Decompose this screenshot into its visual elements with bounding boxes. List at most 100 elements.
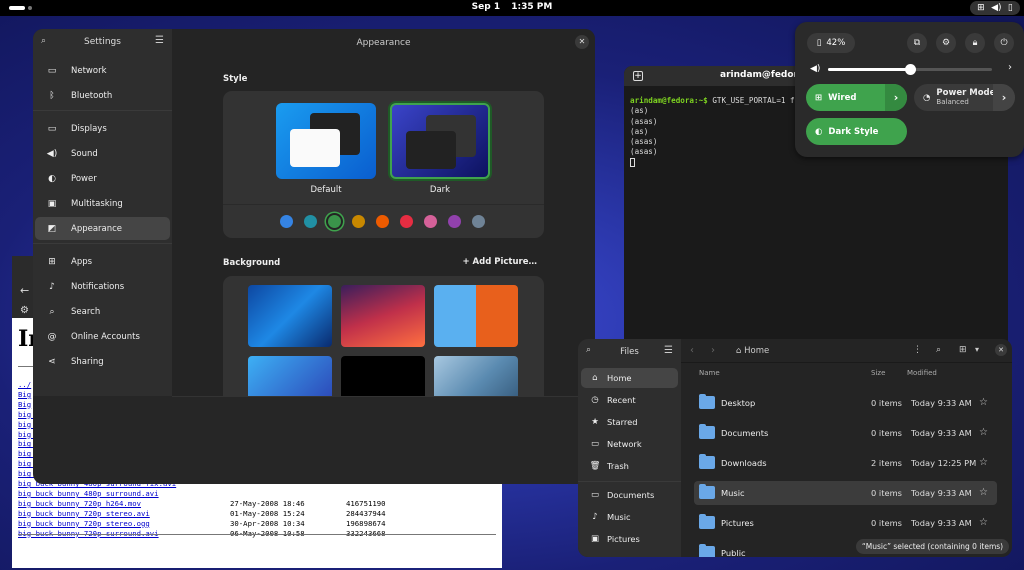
breadcrumb[interactable]: ⌂ Home (736, 346, 769, 356)
wired-toggle[interactable]: ⊞ Wired › (806, 84, 907, 111)
sidebar-item-label: Displays (71, 123, 107, 134)
sidebar-item-sharing[interactable]: ⋖ Sharing (35, 350, 170, 373)
accent-color-swatch[interactable] (448, 215, 461, 228)
star-icon[interactable]: ☆ (979, 427, 988, 438)
menu-icon[interactable]: ☰ (664, 345, 673, 356)
accent-color-swatch[interactable] (400, 215, 413, 228)
share-icon: ⋖ (48, 356, 56, 367)
close-button[interactable]: ✕ (995, 344, 1007, 356)
bell-icon: ♪ (49, 281, 55, 292)
sidebar-item-power[interactable]: ◐ Power (35, 167, 170, 190)
file-link[interactable]: big_buck_bunny_480p_surround.avi (18, 489, 230, 499)
close-button[interactable]: ✕ (575, 35, 589, 49)
settings-button[interactable]: ⚙ (936, 33, 956, 53)
chevron-right-icon[interactable]: › (885, 84, 907, 111)
column-name[interactable]: Name (699, 369, 720, 377)
system-tray[interactable]: ⊞ ◀) ▯ (970, 1, 1020, 15)
bluetooth-icon: ᛒ (49, 90, 55, 101)
star-icon[interactable]: ☆ (979, 487, 988, 498)
clock-date: Sep 1 (471, 2, 501, 12)
accent-color-swatch[interactable] (328, 215, 341, 228)
place-trash[interactable]: 🗑︎ Trash (581, 456, 678, 476)
accent-color-swatch[interactable] (424, 215, 437, 228)
dark-style-toggle[interactable]: ◐ Dark Style (806, 118, 907, 145)
place-recent[interactable]: ◷ Recent (581, 390, 678, 410)
accent-color-swatch[interactable] (376, 215, 389, 228)
bookmark-documents[interactable]: ▭ Documents (581, 485, 678, 505)
accent-color-swatch[interactable] (304, 215, 317, 228)
column-modified[interactable]: Modified (907, 369, 937, 377)
multitasking-icon: ▣ (47, 198, 57, 209)
grid-view-icon[interactable]: ⊞ (959, 345, 967, 355)
forward-icon[interactable]: › (711, 345, 715, 356)
file-link[interactable]: big_buck_bunny_720p_stereo.ogg (18, 519, 230, 529)
style-dark-option[interactable] (390, 103, 490, 179)
sidebar-item-sound[interactable]: ◀) Sound (35, 142, 170, 165)
sidebar-item-notifications[interactable]: ♪ Notifications (35, 275, 170, 298)
back-arrow-icon[interactable]: ← (20, 284, 29, 297)
sidebar-item-search[interactable]: ⌕ Search (35, 300, 170, 323)
sidebar-item-online-accounts[interactable]: @ Online Accounts (35, 325, 170, 348)
lock-button[interactable]: 🔒︎ (965, 33, 985, 53)
sidebar-item-displays[interactable]: ▭ Displays (35, 117, 170, 140)
wallpaper-thumbnail[interactable] (434, 285, 518, 347)
wallpaper-thumbnail[interactable] (341, 285, 425, 347)
volume-slider[interactable] (828, 64, 992, 75)
menu-icon[interactable]: ☰ (155, 35, 164, 46)
place-network[interactable]: ▭ Network (581, 434, 678, 454)
sidebar-item-apps[interactable]: ⊞ Apps (35, 250, 170, 273)
home-icon: ⌂ (592, 373, 598, 383)
file-link[interactable]: big_buck_bunny_720p_stereo.avi (18, 509, 230, 519)
chevron-down-icon[interactable]: ▾ (975, 345, 979, 354)
place-home[interactable]: ⌂ Home (581, 368, 678, 388)
file-link[interactable]: big_buck_bunny_720p_h264.mov (18, 499, 230, 509)
chevron-right-icon[interactable]: › (993, 84, 1015, 111)
chevron-right-icon[interactable]: › (1008, 62, 1012, 73)
column-size[interactable]: Size (871, 369, 885, 377)
files-header-bar: ‹ › ⌂ Home ⋮ ⌕ ⊞ ▾ ✕ (681, 339, 1012, 363)
place-starred[interactable]: ★ Starred (581, 412, 678, 432)
more-icon[interactable]: ⋮ (913, 345, 922, 355)
gear-icon[interactable]: ⚙ (20, 305, 29, 316)
battery-icon: ▯ (1007, 3, 1013, 13)
file-row[interactable]: Downloads 2 items Today 12:25 PM ☆ (694, 451, 997, 475)
bookmark-pictures[interactable]: ▣ Pictures (581, 529, 678, 549)
clock[interactable]: Sep 1 1:35 PM (0, 2, 1024, 12)
wallpaper-thumbnail[interactable] (248, 285, 332, 347)
wallpaper-thumbnail[interactable] (248, 356, 332, 396)
star-icon[interactable]: ☆ (979, 517, 988, 528)
file-row[interactable]: Documents 0 items Today 9:33 AM ☆ (694, 421, 997, 445)
power-off-button[interactable]: ⏻ (994, 33, 1014, 53)
add-picture-button[interactable]: + Add Picture… (462, 257, 537, 267)
volume-slider-fill (828, 68, 910, 71)
accent-color-swatch[interactable] (352, 215, 365, 228)
power-mode-label: Power Mode (936, 87, 996, 98)
new-tab-icon[interactable]: + (633, 71, 643, 81)
files-sidebar: ⌕ Files ☰ ⌂ Home ◷ Recent ★ Starred ▭ Networ… (578, 339, 681, 557)
sidebar-item-appearance[interactable]: ◩ Appearance (35, 217, 170, 240)
star-icon[interactable]: ☆ (979, 397, 988, 408)
power-mode-toggle[interactable]: ◔ Power Mode Balanced › (914, 84, 1015, 111)
sidebar-item-multitasking[interactable]: ▣ Multitasking (35, 192, 170, 215)
file-row[interactable]: Pictures 0 items Today 9:33 AM ☆ (694, 511, 997, 535)
sidebar-item-bluetooth[interactable]: ᛒ Bluetooth (35, 84, 170, 107)
file-row[interactable]: Music 0 items Today 9:33 AM ☆ (694, 481, 997, 505)
accent-color-swatch[interactable] (280, 215, 293, 228)
wallpaper-thumbnail[interactable] (341, 356, 425, 396)
screenshot-button[interactable]: ⧉ (907, 33, 927, 53)
wallpaper-thumbnail[interactable] (434, 356, 518, 396)
accent-color-swatch[interactable] (472, 215, 485, 228)
search-icon[interactable]: ⌕ (936, 345, 941, 355)
background-gallery (223, 276, 544, 396)
star-icon[interactable]: ☆ (979, 457, 988, 468)
sidebar-item-network[interactable]: ▭ Network (35, 59, 170, 82)
sidebar-header: ⌕ Settings ☰ (33, 29, 172, 55)
file-modified: Today 9:33 AM (911, 428, 972, 438)
back-icon[interactable]: ‹ (690, 345, 694, 356)
bookmark-music[interactable]: ♪ Music (581, 507, 678, 527)
network-icon: ⊞ (815, 92, 823, 103)
style-default-option[interactable] (276, 103, 376, 179)
volume-slider-knob[interactable] (905, 64, 916, 75)
file-row[interactable]: Desktop 0 items Today 9:33 AM ☆ (694, 391, 997, 415)
battery-button[interactable]: ▯ 42% (807, 33, 855, 53)
